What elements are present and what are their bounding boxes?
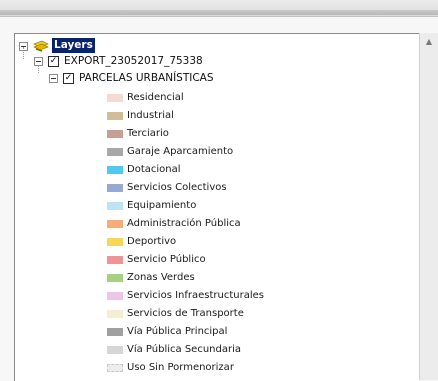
legend-item: Deportivo	[107, 234, 407, 250]
legend-swatch	[107, 148, 123, 156]
legend-item: Servicios Colectivos	[107, 180, 407, 196]
legend-label: Administración Pública	[127, 218, 241, 229]
legend-swatch	[107, 94, 123, 102]
legend-swatch	[107, 364, 123, 372]
collapse-sublayer-icon[interactable]	[49, 74, 58, 83]
legend-swatch	[107, 238, 123, 246]
legend-item: Residencial	[107, 90, 407, 106]
legend-swatch	[107, 220, 123, 228]
legend-item: Garaje Aparcamiento	[107, 144, 407, 160]
legend-label: Servicios de Transporte	[127, 308, 244, 319]
layer-visibility-checkbox[interactable]: ✓	[48, 56, 59, 67]
legend-swatch	[107, 184, 123, 192]
legend-item: Vía Pública Principal	[107, 324, 407, 340]
toc-root-label[interactable]: Layers	[52, 38, 95, 53]
legend-swatch	[107, 274, 123, 282]
legend-swatch	[107, 166, 123, 174]
legend-label: Garaje Aparcamiento	[127, 146, 234, 157]
legend-item: Vía Pública Secundaria	[107, 342, 407, 358]
table-of-contents-panel: Layers ✓ EXPORT_23052017_75338 ✓ PARCELA…	[14, 33, 420, 381]
legend-item: Dotacional	[107, 162, 407, 178]
legend-swatch	[107, 328, 123, 336]
toolbar-divider	[0, 10, 438, 15]
legend-swatch	[107, 112, 123, 120]
legend-item: Zonas Verdes	[107, 270, 407, 286]
legend-label: Zonas Verdes	[127, 272, 195, 283]
legend-label: Servicios Colectivos	[127, 182, 227, 193]
sublayer-name[interactable]: PARCELAS URBANÍSTICAS	[79, 70, 214, 86]
legend-label: Uso Sin Pormenorizar	[127, 362, 234, 373]
legend-item: Administración Pública	[107, 216, 407, 232]
vertical-scrollbar[interactable]: ▲	[419, 33, 438, 380]
legend-item: Uso Sin Pormenorizar	[107, 360, 407, 376]
sublayer-visibility-checkbox[interactable]: ✓	[63, 73, 74, 84]
legend-item: Terciario	[107, 126, 407, 142]
legend-label: Terciario	[127, 128, 169, 139]
tree-guide	[23, 47, 24, 59]
legend-swatch	[107, 310, 123, 318]
scroll-up-icon[interactable]: ▲	[422, 35, 436, 49]
toc-sublayer-row[interactable]: ✓ PARCELAS URBANÍSTICAS	[49, 70, 349, 86]
legend-swatch	[107, 130, 123, 138]
legend-label: Dotacional	[127, 164, 181, 175]
legend-label: Servicio Público	[127, 254, 206, 265]
layer-name[interactable]: EXPORT_23052017_75338	[64, 53, 203, 69]
legend-item: Servicios Infraestructurales	[107, 288, 407, 304]
legend-swatch	[107, 256, 123, 264]
legend-label: Vía Pública Secundaria	[127, 344, 241, 355]
legend-label: Deportivo	[127, 236, 177, 247]
collapse-layer-icon[interactable]	[34, 57, 43, 66]
legend-label: Residencial	[127, 92, 184, 103]
legend-swatch	[107, 292, 123, 300]
legend-swatch	[107, 346, 123, 354]
legend-item: Servicios de Transporte	[107, 306, 407, 322]
legend-item: Equipamiento	[107, 198, 407, 214]
legend-label: Industrial	[127, 110, 174, 121]
legend-label: Equipamiento	[127, 200, 197, 211]
toc-root-row[interactable]: Layers	[19, 38, 139, 54]
legend-swatch	[107, 202, 123, 210]
layers-icon	[33, 40, 49, 52]
legend-item: Servicio Público	[107, 252, 407, 268]
legend-label: Vía Pública Principal	[127, 326, 228, 337]
toc-layer-row[interactable]: ✓ EXPORT_23052017_75338	[34, 53, 334, 69]
toolbar-strip	[0, 0, 438, 17]
legend-item: Industrial	[107, 108, 407, 124]
legend-label: Servicios Infraestructurales	[127, 290, 265, 301]
